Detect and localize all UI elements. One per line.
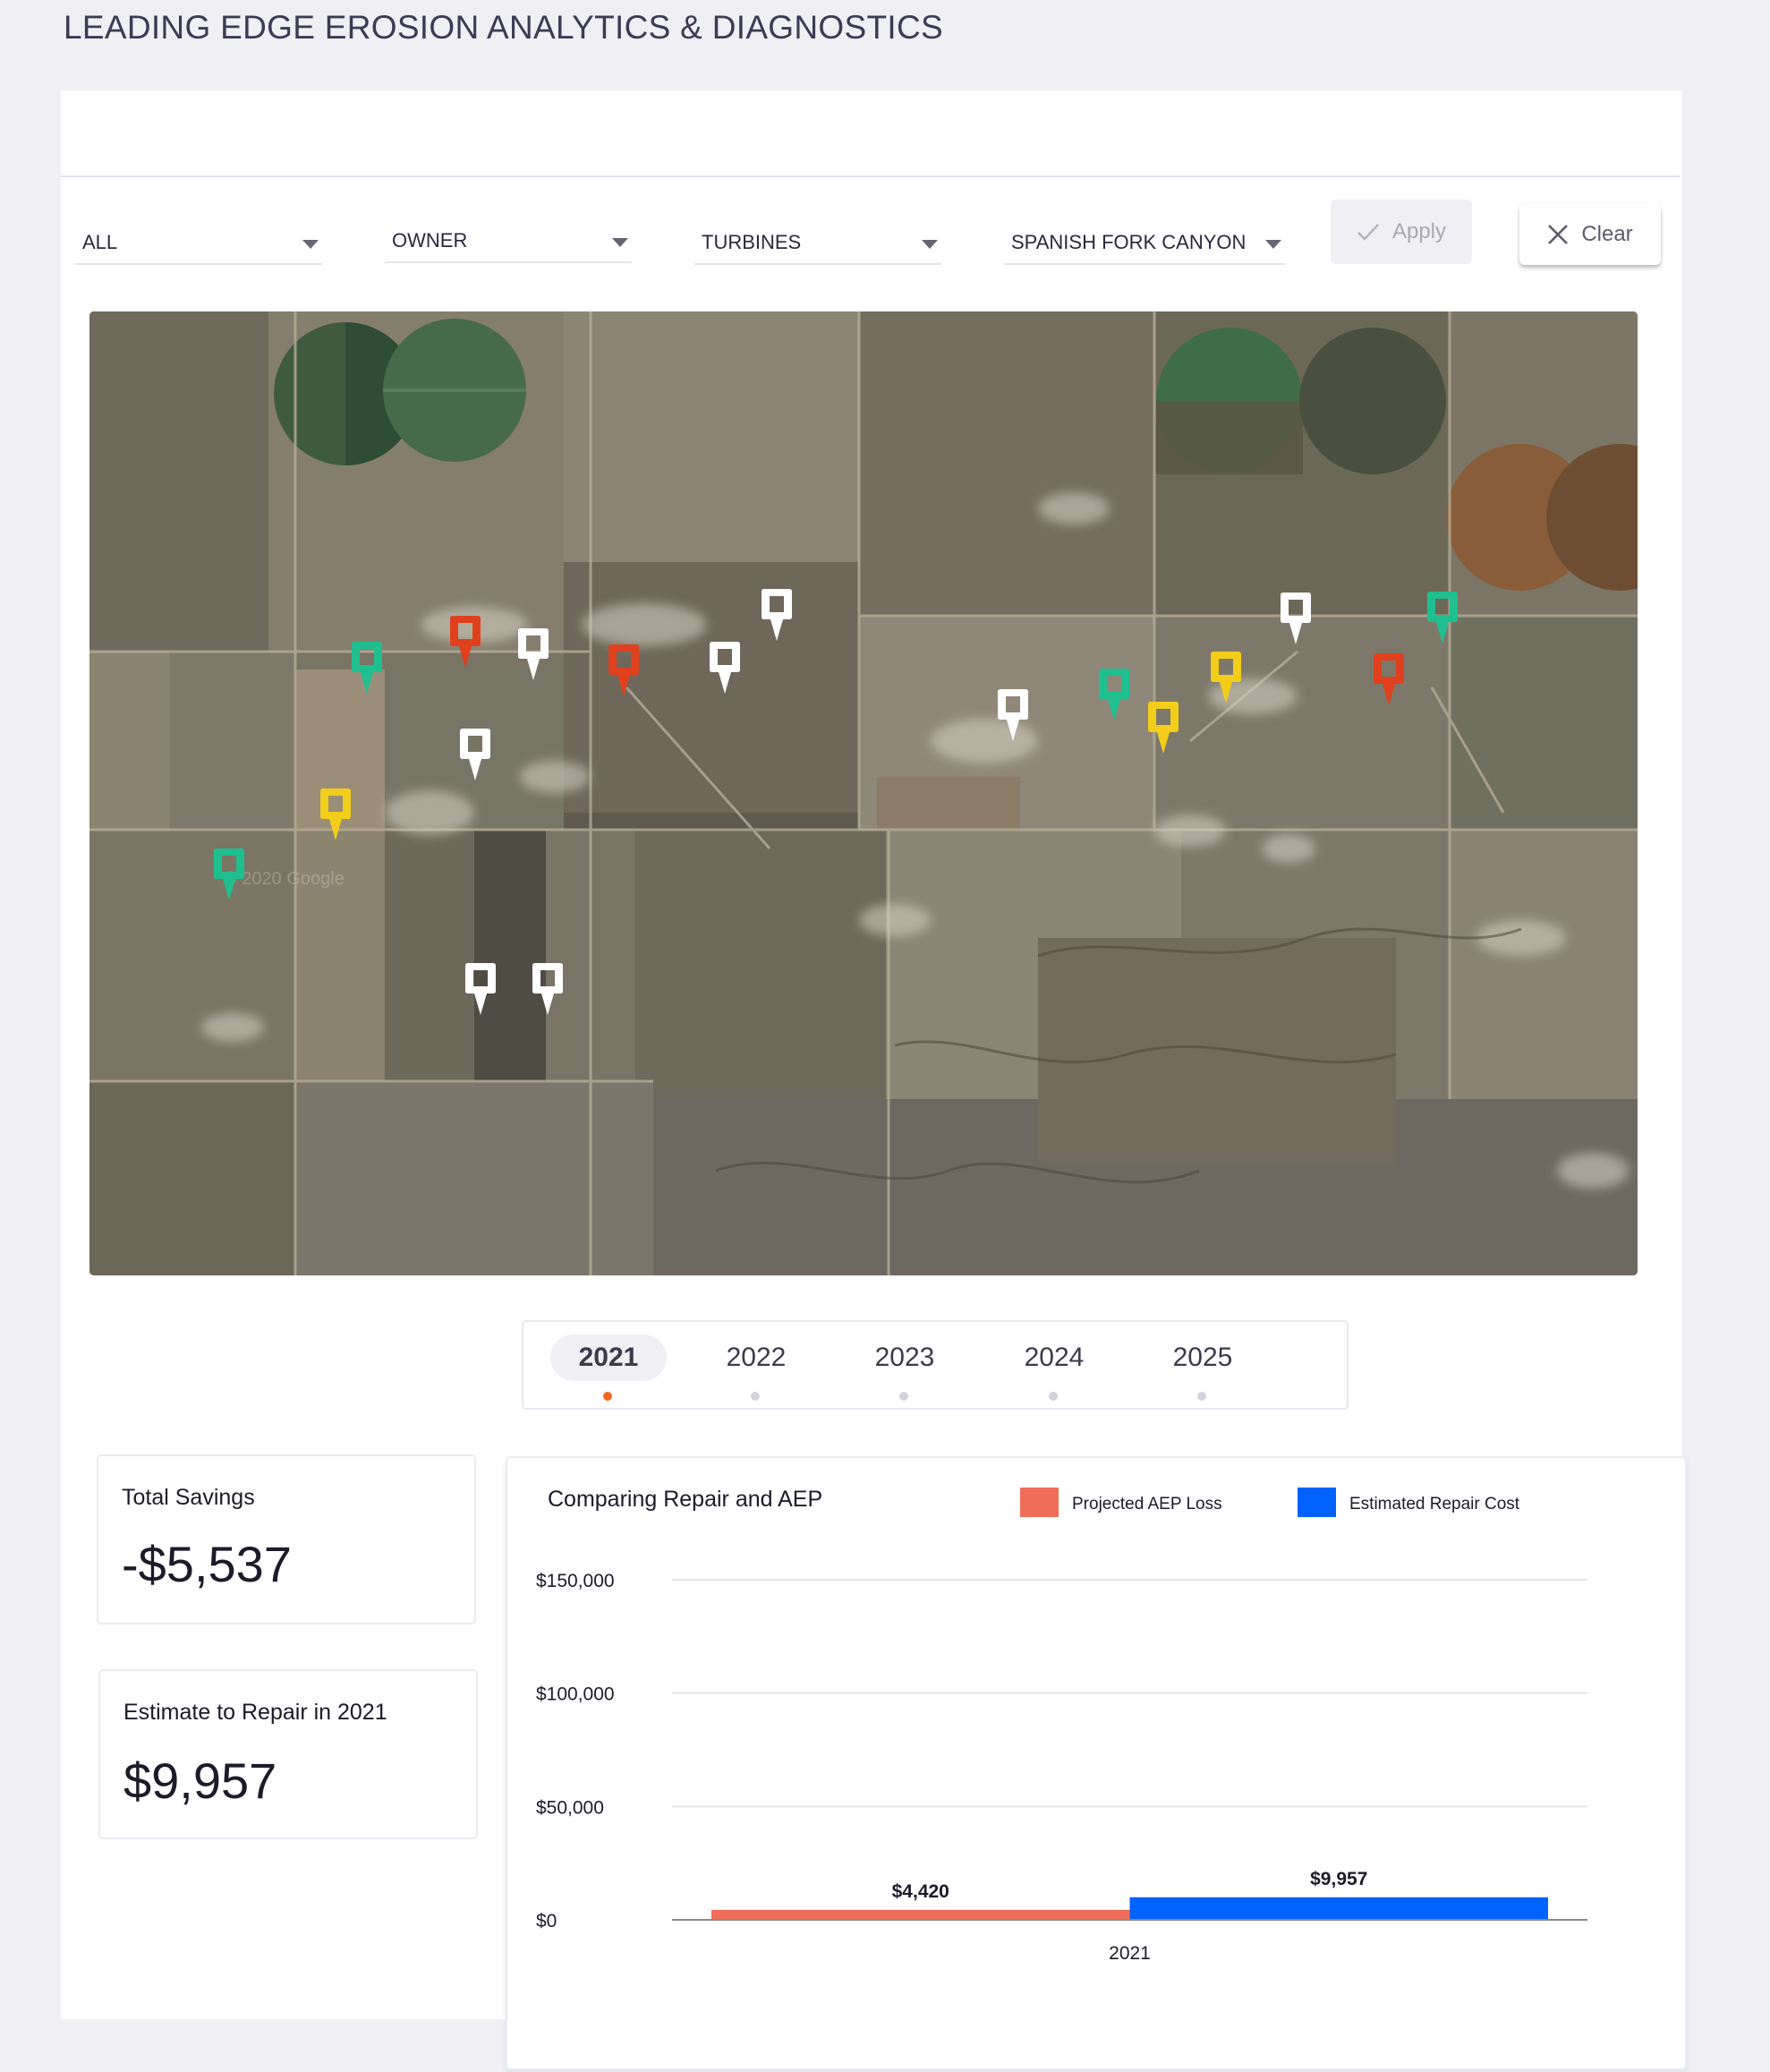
bar-estimated-repair-cost [1129,1897,1548,1920]
x-tick-label: 2021 [1109,1943,1151,1964]
map-pin-icon [1099,669,1129,721]
year-dot-indicator [751,1392,760,1401]
map-pin-icon [532,963,563,1015]
year-dot-indicator [899,1392,908,1401]
filter-all-dropdown[interactable]: ALL [75,220,322,265]
total-savings-title: Total Savings [122,1485,255,1510]
year-tab-label: 2022 [726,1343,787,1372]
map-pin-icon [460,729,490,780]
map-pin-icon [1281,593,1311,644]
turbine-marker-yellow[interactable] [320,789,351,840]
year-selector: 2021 2022 2023 2024 2025 [522,1320,1349,1410]
year-dot-indicator [1049,1392,1058,1401]
total-savings-value: -$5,537 [122,1536,292,1592]
year-tab-2025[interactable]: 2025 [1145,1334,1261,1406]
total-savings-card: Total Savings -$5,537 [97,1454,476,1624]
map-pin-icon [450,616,481,668]
turbine-marker-white[interactable] [998,689,1028,741]
map-pin-icon [710,642,740,694]
y-tick-label: $100,000 [536,1684,615,1705]
turbine-marker-green[interactable] [352,642,382,694]
filter-turbines-dropdown[interactable]: TURBINES [694,220,941,265]
map-pin-icon [352,642,382,694]
filter-site-value: SPANISH FORK CANYON [1011,231,1247,253]
filter-turbines-value: TURBINES [702,231,802,253]
map-pin-icon [762,589,792,641]
chevron-down-icon [922,240,938,249]
satellite-map[interactable]: © 2020 Google [89,311,1638,1275]
year-tab-label: 2023 [874,1343,935,1372]
map-pin-icon [998,689,1028,741]
chevron-down-icon [1265,240,1281,249]
panel-divider [61,175,1681,177]
filter-all-value: ALL [82,231,118,253]
chevron-down-icon [302,240,319,249]
turbine-marker-yellow[interactable] [1211,652,1241,703]
turbine-marker-white[interactable] [460,729,490,780]
map-pin-icon [1427,592,1458,644]
year-tab-2024[interactable]: 2024 [996,1334,1112,1406]
bar-projected-aep-loss [711,1909,1130,1920]
filter-owner-dropdown[interactable]: OWNER [385,218,632,263]
repair-estimate-value: $9,957 [123,1752,277,1809]
turbine-marker-white[interactable] [762,589,792,641]
data-label: $4,420 [892,1881,949,1902]
year-tab-2023[interactable]: 2023 [847,1334,963,1406]
main-panel: ALL OWNER TURBINES SPANISH FORK CANYON A… [61,90,1687,2070]
turbine-marker-white[interactable] [710,642,740,694]
turbine-marker-white[interactable] [518,628,549,680]
year-dot-indicator [1197,1392,1206,1401]
map-pin-icon [214,848,244,900]
map-pin-icon [518,628,549,680]
year-tab-label: 2024 [1024,1343,1085,1372]
turbine-marker-white[interactable] [465,963,496,1015]
map-pin-icon [320,789,351,840]
turbine-marker-yellow[interactable] [1148,702,1179,754]
map-pin-icon [1374,653,1404,705]
turbine-marker-white[interactable] [532,963,563,1015]
turbine-marker-red[interactable] [450,616,481,668]
map-pin-icon [1148,702,1179,754]
turbine-marker-red[interactable] [608,644,639,696]
page-title: LEADING EDGE EROSION ANALYTICS & DIAGNOS… [64,9,943,46]
turbine-marker-green[interactable] [214,848,244,900]
repair-vs-aep-chart-card: Comparing Repair and AEP Projected AEP L… [506,1456,1687,2070]
turbine-marker-red[interactable] [1374,653,1404,705]
y-tick-label: $150,000 [536,1571,615,1591]
year-tab-label: 2021 [550,1334,667,1381]
y-tick-label: $50,000 [536,1797,604,1818]
turbine-marker-green[interactable] [1099,669,1129,721]
year-tab-label: 2025 [1172,1343,1233,1372]
apply-label: Apply [1391,219,1447,243]
year-tab-2022[interactable]: 2022 [698,1334,814,1406]
bar-chart: $0 $50,000 $100,000 $150,000 $4,420 $9,957 202… [536,1571,1587,1964]
filter-site-dropdown[interactable]: SPANISH FORK CANYON [1004,220,1285,265]
filter-owner-value: OWNER [392,229,468,252]
turbine-marker-green[interactable] [1427,592,1458,644]
year-tab-2021[interactable]: 2021 [550,1334,667,1406]
clear-button[interactable]: Clear [1519,204,1661,265]
repair-estimate-card: Estimate to Repair in 2021 $9,957 [98,1669,478,1839]
check-icon [1357,224,1379,241]
chevron-down-icon [612,238,628,247]
map-pin-icon [465,963,496,1015]
turbine-marker-white[interactable] [1281,593,1311,644]
map-pin-icon [608,644,639,696]
year-dot-indicator [603,1392,612,1401]
close-icon [1548,225,1569,244]
clear-label: Clear [1581,222,1633,246]
repair-estimate-title: Estimate to Repair in 2021 [123,1700,387,1725]
data-label: $9,957 [1310,1869,1367,1889]
apply-button[interactable]: Apply [1331,200,1472,264]
y-tick-label: $0 [536,1911,557,1931]
map-pin-icon [1211,652,1241,703]
